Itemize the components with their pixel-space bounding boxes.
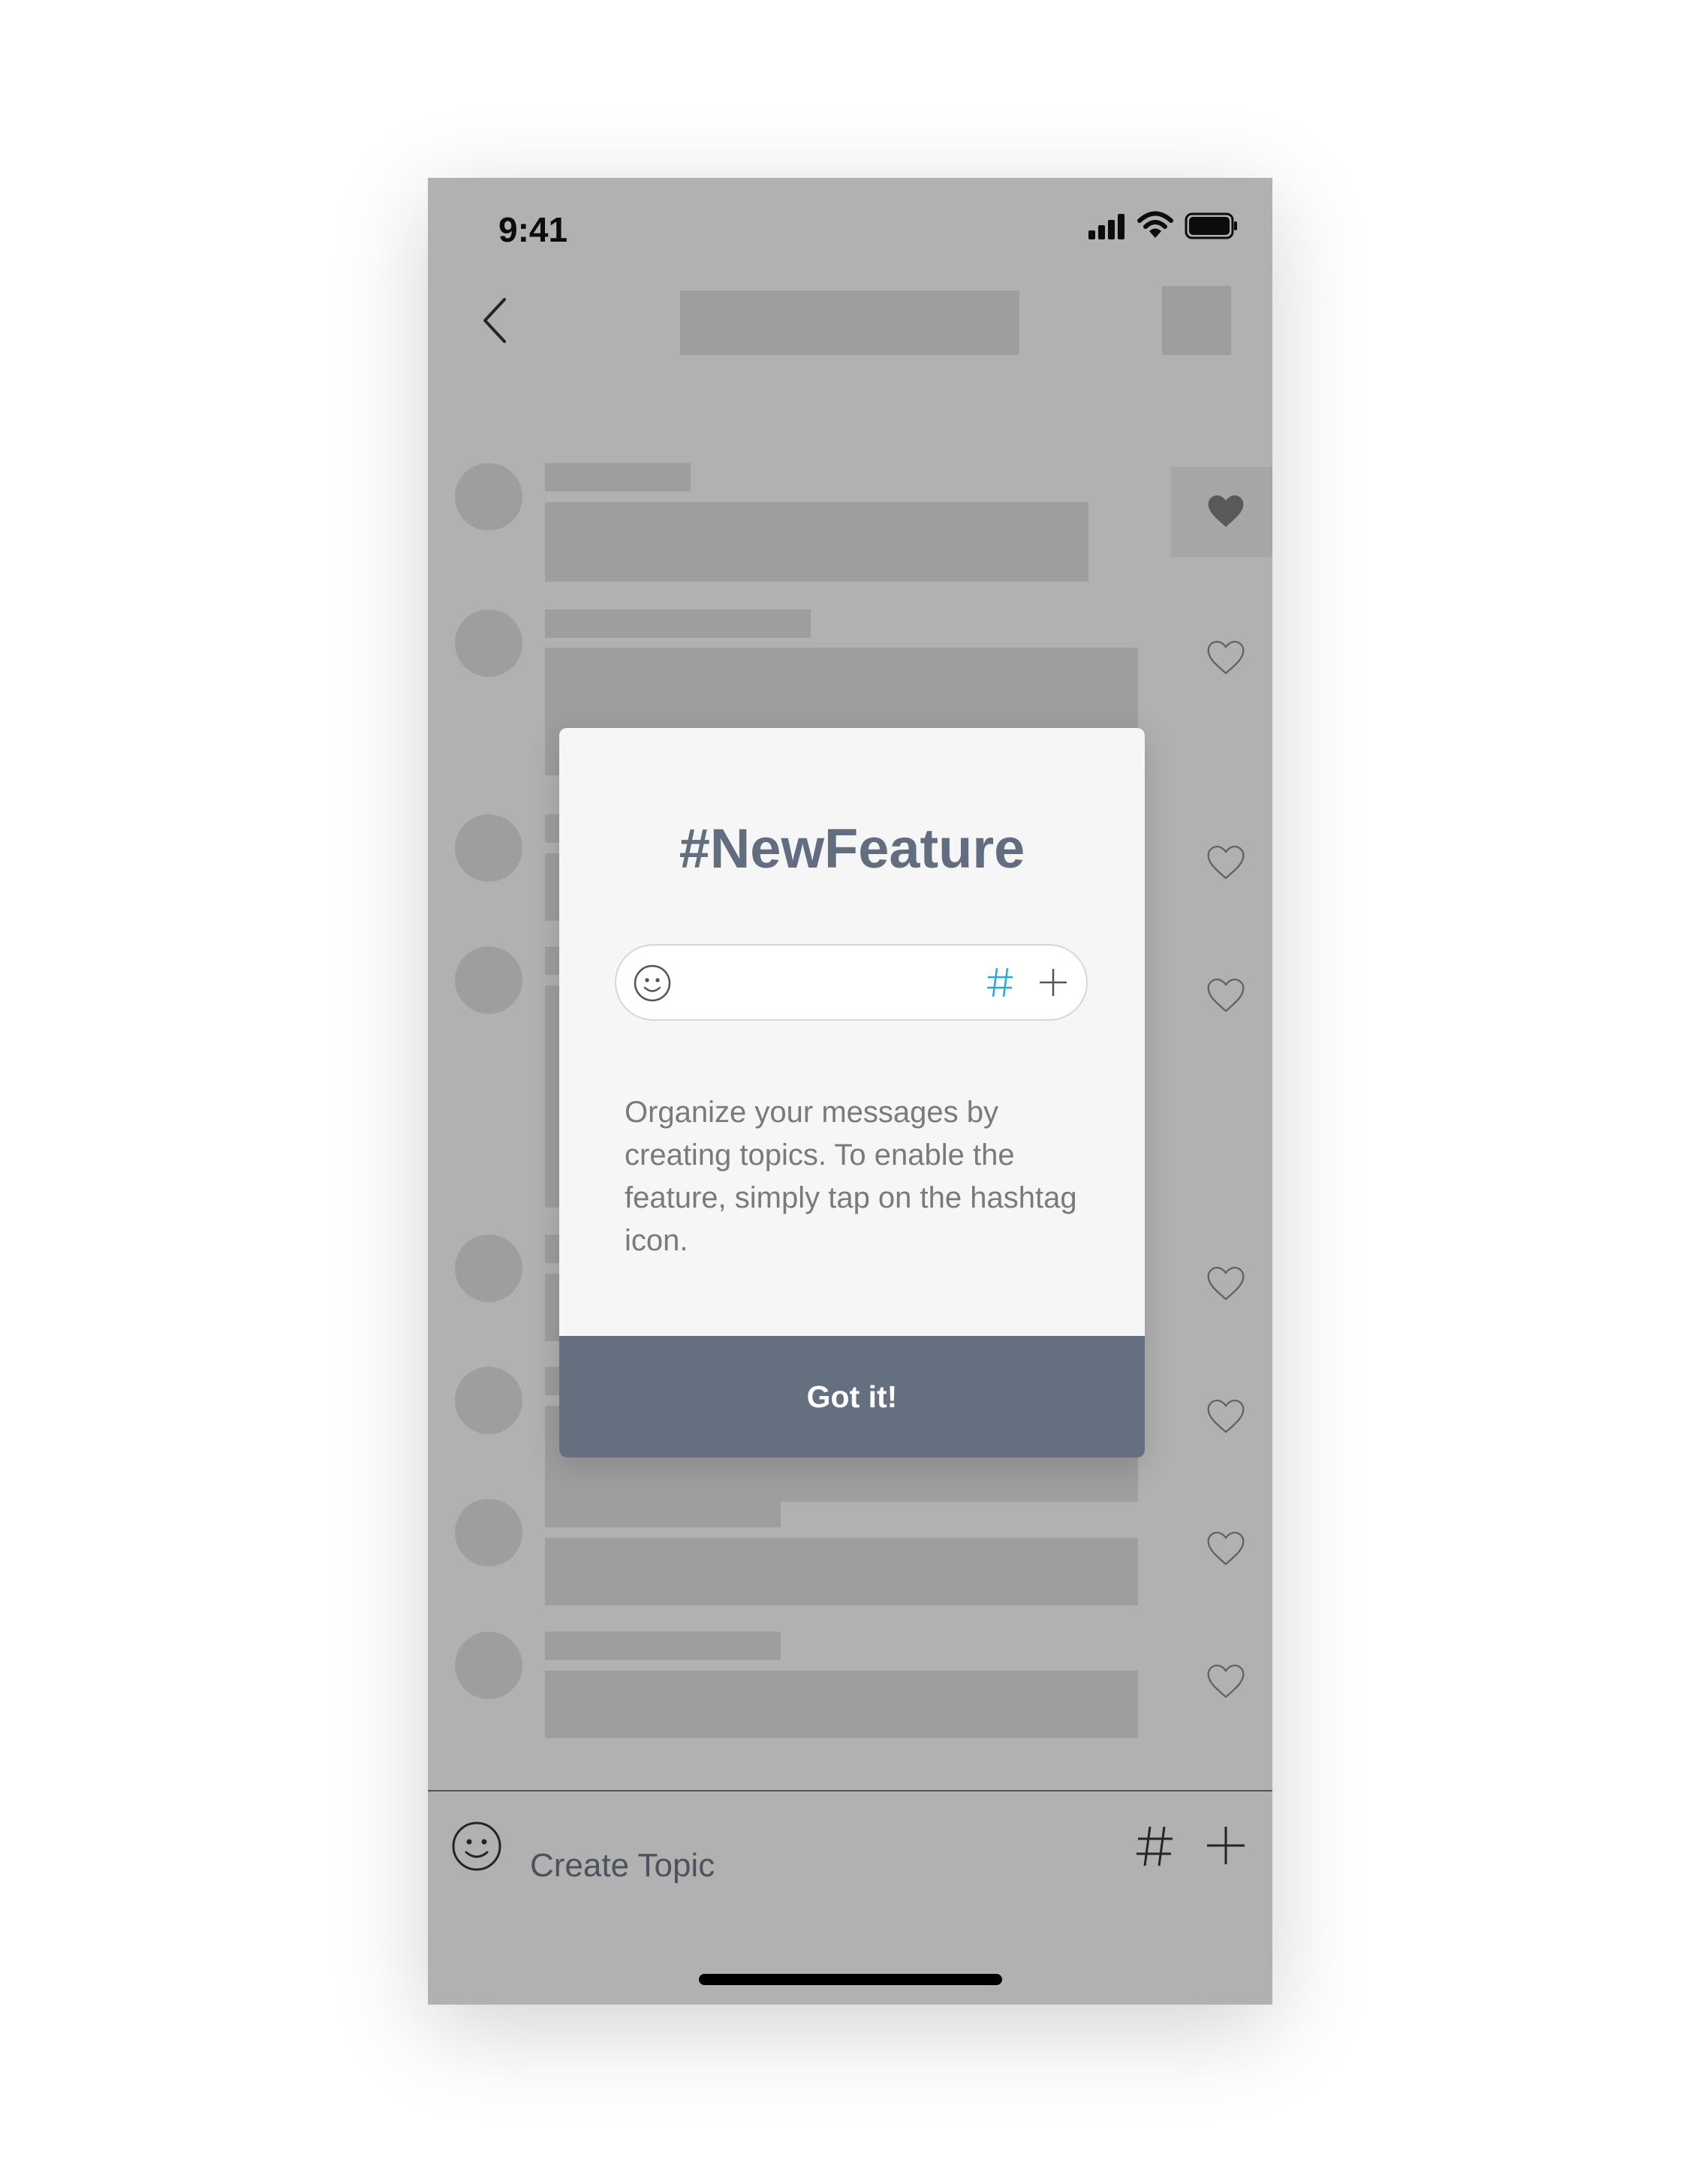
avatar: [455, 463, 522, 531]
back-chevron-icon[interactable]: [480, 296, 510, 344]
home-indicator: [699, 1974, 1002, 1985]
message-placeholder: [545, 502, 1088, 582]
name-placeholder: [545, 463, 691, 492]
title-placeholder: [680, 290, 1019, 355]
message-placeholder: [545, 1538, 1138, 1605]
composer-bar: Create Topic: [428, 1790, 1272, 2005]
modal-title: #NewFeature: [679, 817, 1025, 880]
avatar: [455, 1367, 522, 1434]
avatar: [455, 1632, 522, 1699]
modal-description: Organize your messages by creating topic…: [625, 1096, 1077, 1257]
heart-icon[interactable]: [1205, 974, 1247, 1016]
phone-screen: 9:41 Create Topic #NewFeature Organize y…: [428, 178, 1272, 2005]
battery-icon: [1185, 212, 1237, 239]
heart-icon[interactable]: [1205, 1527, 1247, 1569]
plus-icon[interactable]: [1205, 1825, 1247, 1867]
heart-filled-icon[interactable]: [1205, 490, 1247, 532]
avatar: [455, 609, 522, 677]
name-placeholder: [545, 1632, 781, 1660]
hashtag-icon[interactable]: [1135, 1825, 1174, 1868]
avatar: [455, 814, 522, 882]
nav-action-placeholder[interactable]: [1162, 286, 1231, 355]
avatar: [455, 1235, 522, 1302]
message-placeholder: [545, 1671, 1138, 1738]
heart-icon[interactable]: [1205, 1262, 1247, 1304]
status-time: 9:41: [498, 210, 568, 249]
avatar: [455, 946, 522, 1014]
got-it-button[interactable]: Got it!: [559, 1336, 1145, 1458]
hashtag-icon: [987, 967, 1013, 997]
smiley-icon[interactable]: [450, 1820, 503, 1873]
signal-icon: [1088, 214, 1124, 239]
heart-icon[interactable]: [1205, 1395, 1247, 1437]
modal-composer-preview: [615, 944, 1088, 1021]
plus-icon: [1040, 969, 1067, 996]
heart-icon[interactable]: [1205, 636, 1247, 678]
name-placeholder: [545, 1499, 781, 1527]
feature-modal: #NewFeature Organize your messages by cr…: [559, 728, 1145, 1458]
name-placeholder: [545, 609, 811, 638]
heart-icon[interactable]: [1205, 1660, 1247, 1702]
avatar: [455, 1499, 522, 1566]
wifi-icon: [1137, 211, 1173, 238]
heart-icon[interactable]: [1205, 841, 1247, 883]
composer-input[interactable]: Create Topic: [530, 1847, 715, 1885]
smiley-icon: [634, 964, 671, 1002]
